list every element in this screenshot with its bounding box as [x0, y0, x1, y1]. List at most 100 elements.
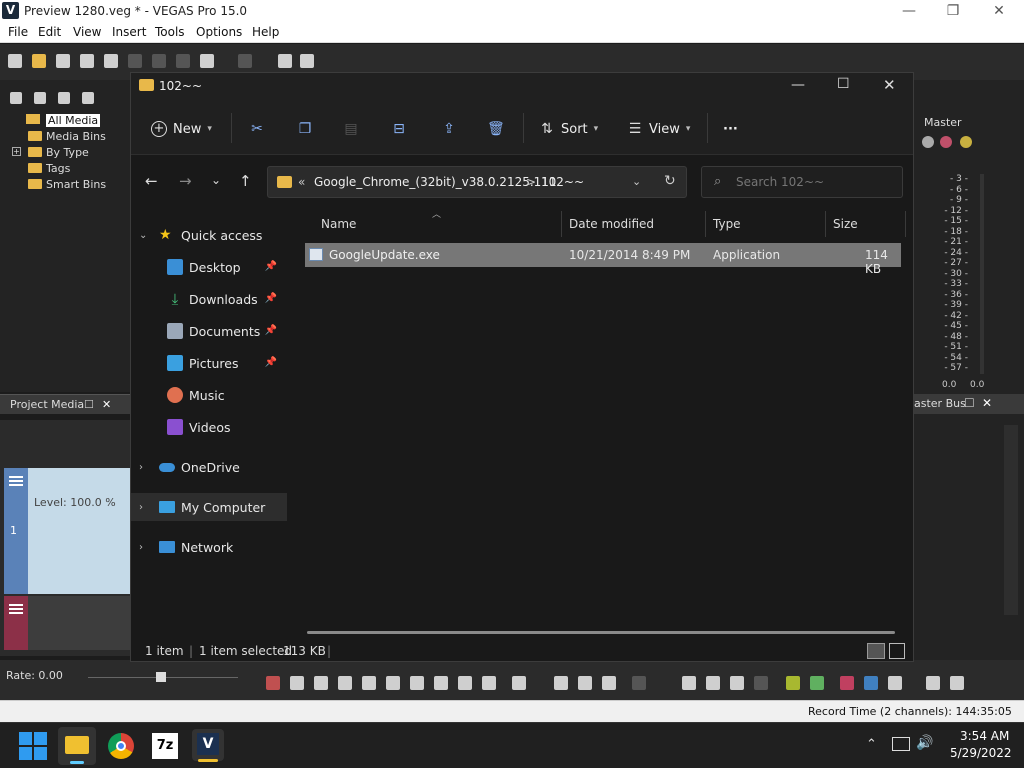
- settings-icon[interactable]: [104, 54, 118, 68]
- chevron-down-icon[interactable]: ⌄: [632, 175, 641, 188]
- up-icon[interactable]: ↑: [239, 172, 252, 190]
- stop-icon[interactable]: [386, 676, 400, 690]
- mute-icon[interactable]: [940, 136, 952, 148]
- snapping-icon[interactable]: [840, 676, 854, 690]
- tree-by-type[interactable]: + By Type: [12, 146, 89, 159]
- breadcrumb-separator[interactable]: >: [526, 175, 536, 189]
- search-input[interactable]: [736, 172, 896, 192]
- close-panel-icon[interactable]: ✕: [982, 396, 992, 410]
- record-icon[interactable]: [266, 676, 280, 690]
- envelope-tool-icon[interactable]: [554, 676, 568, 690]
- delete-icon[interactable]: [632, 676, 646, 690]
- undock-icon[interactable]: ☐: [84, 398, 94, 411]
- search-box[interactable]: ⌕: [701, 166, 903, 198]
- menu-options[interactable]: Options: [196, 25, 242, 39]
- cut-icon[interactable]: [128, 54, 142, 68]
- chevron-up-icon[interactable]: ⌃: [866, 737, 877, 752]
- tree-tags[interactable]: Tags: [28, 162, 70, 175]
- chrome-icon[interactable]: [108, 733, 134, 759]
- column-divider[interactable]: [825, 211, 826, 237]
- next-frame-icon[interactable]: [482, 676, 496, 690]
- play-from-start-icon[interactable]: [314, 676, 328, 690]
- ignore-grouping-icon[interactable]: [950, 676, 964, 690]
- sevenzip-icon[interactable]: 7z: [152, 733, 178, 759]
- chevron-right-icon[interactable]: ›: [139, 542, 153, 553]
- column-date[interactable]: Date modified: [569, 217, 654, 231]
- track-level[interactable]: Level: 100.0 %: [34, 496, 116, 509]
- paste-icon[interactable]: [176, 54, 190, 68]
- zoom-tool-icon[interactable]: [602, 676, 616, 690]
- menu-tools[interactable]: Tools: [155, 25, 185, 39]
- selection-tool-icon[interactable]: [578, 676, 592, 690]
- maximize-icon[interactable]: ❐: [930, 2, 976, 20]
- sort-button[interactable]: ⇅ Sort ▾: [539, 118, 598, 140]
- split-icon[interactable]: [730, 676, 744, 690]
- horizontal-scrollbar[interactable]: [307, 631, 895, 634]
- undo-icon[interactable]: [200, 54, 214, 68]
- clock-date[interactable]: 5/29/2022: [950, 746, 1012, 760]
- get-media-icon[interactable]: [58, 92, 70, 104]
- nav-videos[interactable]: Videos: [131, 413, 287, 441]
- chevron-right-icon[interactable]: ›: [139, 462, 153, 473]
- minimize-icon[interactable]: —: [886, 2, 932, 20]
- solo-icon[interactable]: [960, 136, 972, 148]
- loop-icon[interactable]: [290, 676, 304, 690]
- fx-icon[interactable]: [922, 136, 934, 148]
- vegas-taskbar-button[interactable]: V: [192, 729, 224, 762]
- nav-quick-access[interactable]: ⌄ ★ Quick access: [131, 221, 287, 249]
- forward-icon[interactable]: →: [179, 172, 192, 190]
- marker-icon[interactable]: [786, 676, 800, 690]
- column-divider[interactable]: [561, 211, 562, 237]
- go-to-end-icon[interactable]: [434, 676, 448, 690]
- clock-time[interactable]: 3:54 AM: [960, 729, 1009, 743]
- maximize-icon[interactable]: ☐: [837, 76, 850, 92]
- rename-button[interactable]: ⊟: [391, 118, 407, 140]
- render-icon[interactable]: [80, 54, 94, 68]
- file-row[interactable]: GoogleUpdate.exe 10/21/2014 8:49 PM Appl…: [305, 243, 901, 276]
- tree-smart-bins[interactable]: Smart Bins: [28, 178, 106, 191]
- column-size[interactable]: Size: [833, 217, 858, 231]
- expand-icon[interactable]: +: [12, 147, 21, 156]
- network-status-icon[interactable]: [892, 737, 910, 751]
- copy-icon[interactable]: [152, 54, 166, 68]
- recent-locations-icon[interactable]: ⌄: [211, 173, 221, 187]
- close-icon[interactable]: ✕: [883, 76, 896, 94]
- back-icon[interactable]: ←: [145, 172, 158, 190]
- redo-icon[interactable]: [238, 54, 252, 68]
- save-icon[interactable]: [56, 54, 70, 68]
- audio-track-2[interactable]: [4, 596, 130, 650]
- new-project-icon[interactable]: [8, 54, 22, 68]
- tree-all-media[interactable]: All Media: [46, 114, 101, 127]
- close-icon[interactable]: ✕: [976, 2, 1022, 20]
- column-type[interactable]: Type: [713, 217, 741, 231]
- cut-button[interactable]: ✂: [249, 118, 265, 140]
- track-menu-icon[interactable]: [9, 604, 23, 606]
- trim-start-icon[interactable]: [682, 676, 696, 690]
- rate-slider-handle[interactable]: [156, 672, 166, 682]
- lock-envelopes-icon[interactable]: [926, 676, 940, 690]
- new-button[interactable]: + New ▾: [151, 118, 212, 140]
- nav-pictures[interactable]: Pictures 📌: [131, 349, 287, 377]
- breadcrumb-current[interactable]: 102~~: [541, 175, 584, 189]
- master-bus-tab[interactable]: aster Bus ☐ ✕: [914, 394, 1024, 414]
- trim-end-icon[interactable]: [706, 676, 720, 690]
- play-icon[interactable]: [338, 676, 352, 690]
- menu-help[interactable]: Help: [252, 25, 279, 39]
- explorer-taskbar-button[interactable]: [58, 727, 96, 765]
- pause-icon[interactable]: [362, 676, 376, 690]
- go-to-start-icon[interactable]: [410, 676, 424, 690]
- nav-documents[interactable]: Documents 📌: [131, 317, 287, 345]
- project-media-tab[interactable]: Project Media ☐ ✕: [0, 394, 130, 414]
- vertical-scrollbar[interactable]: [1004, 425, 1018, 615]
- capture-icon[interactable]: [34, 92, 46, 104]
- nav-desktop[interactable]: Desktop 📌: [131, 253, 287, 281]
- lock-icon[interactable]: [754, 676, 768, 690]
- track-menu-icon[interactable]: [9, 476, 23, 478]
- column-divider[interactable]: [705, 211, 706, 237]
- volume-icon[interactable]: 🔊: [916, 735, 933, 751]
- start-icon[interactable]: [18, 731, 48, 761]
- breadcrumb-parent[interactable]: Google_Chrome_(32bit)_v38.0.2125.111: [314, 175, 557, 189]
- whats-this-icon[interactable]: [300, 54, 314, 68]
- audio-track-1[interactable]: 1 Level: 100.0 %: [4, 468, 130, 594]
- minimize-icon[interactable]: —: [791, 77, 805, 93]
